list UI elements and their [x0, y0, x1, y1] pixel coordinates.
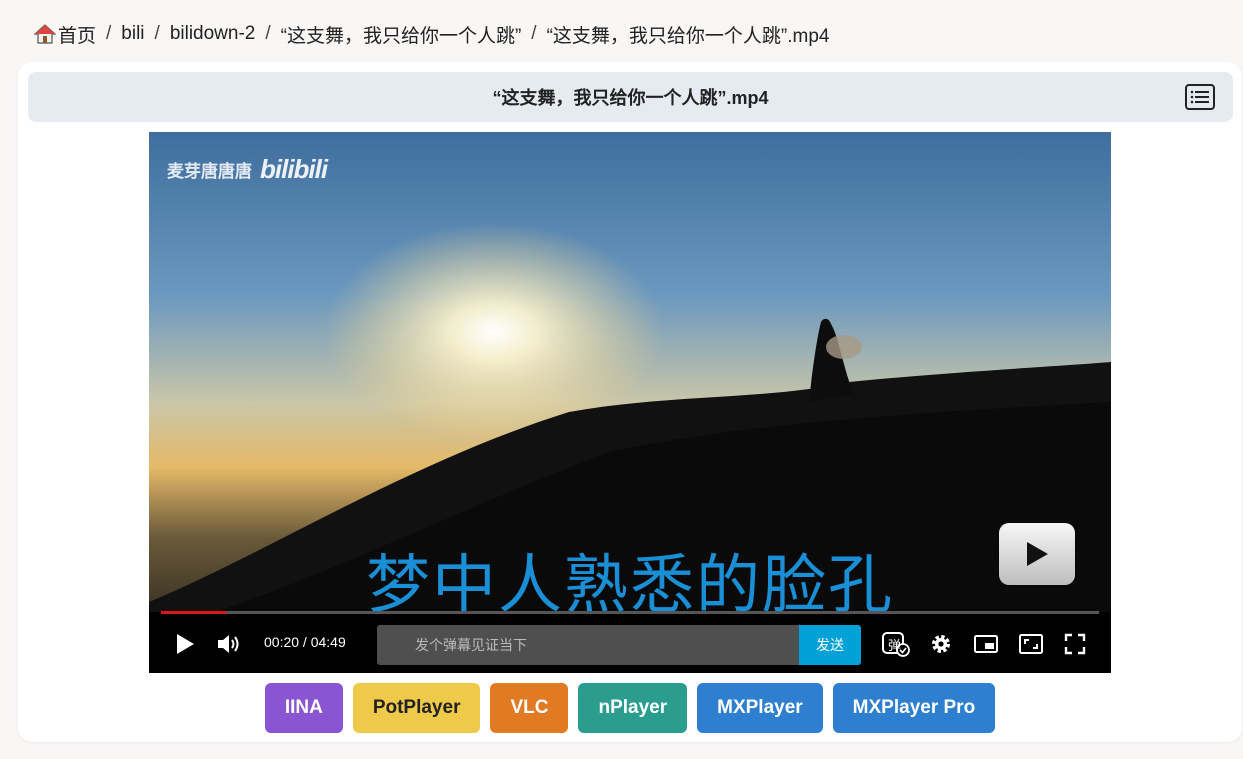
danmaku-toggle-label: 弹	[888, 638, 902, 653]
fullscreen-icon	[1064, 633, 1086, 655]
breadcrumb: 首页 / bili / bilidown-2 / “这支舞，我只给你一个人跳” …	[34, 20, 829, 48]
progress-bar[interactable]	[161, 611, 1099, 614]
breadcrumb-item-folder[interactable]: “这支舞，我只给你一个人跳”	[281, 21, 522, 48]
settings-button[interactable]	[929, 632, 953, 656]
breadcrumb-separator: /	[265, 23, 271, 44]
breadcrumb-separator: /	[531, 23, 537, 44]
volume-button[interactable]	[217, 632, 241, 656]
progress-fill	[161, 611, 226, 614]
picture-in-picture-button[interactable]	[973, 632, 999, 656]
file-title-bar: “这支舞，我只给你一个人跳”.mp4	[28, 72, 1233, 122]
open-in-potplayer-button[interactable]: PotPlayer	[352, 683, 481, 733]
open-in-vlc-button[interactable]: VLC	[490, 683, 569, 733]
play-icon	[1027, 542, 1048, 566]
open-in-iina-button[interactable]: IINA	[264, 683, 343, 733]
danmaku-input[interactable]	[377, 625, 799, 665]
gear-icon	[932, 635, 950, 653]
danmaku-send-button[interactable]: 发送	[799, 625, 861, 665]
breadcrumb-item-bilidown[interactable]: bilidown-2	[170, 23, 256, 45]
breadcrumb-item-bili[interactable]: bili	[121, 23, 144, 45]
bilibili-logo: bilibili	[260, 154, 328, 184]
web-fullscreen-button[interactable]	[1018, 632, 1044, 656]
house-icon	[34, 23, 56, 45]
play-button[interactable]	[173, 632, 197, 656]
play-icon	[177, 634, 194, 654]
breadcrumb-separator: /	[154, 23, 160, 44]
uploader-watermark: 麦芽唐唐唐 bilibili	[167, 154, 328, 185]
video-player[interactable]: 麦芽唐唐唐 bilibili 梦中人熟悉的脸孔 00:20 / 04:49 发个…	[149, 132, 1111, 673]
breadcrumb-item-current-file: “这支舞，我只给你一个人跳”.mp4	[546, 25, 830, 47]
file-preview-card: “这支舞，我只给你一个人跳”.mp4 麦芽唐唐唐 bilibili 梦中人熟悉的…	[18, 62, 1242, 742]
time-display: 00:20 / 04:49	[264, 634, 346, 650]
open-in-nplayer-button[interactable]: nPlayer	[578, 683, 688, 733]
open-in-mxplayer-button[interactable]: MXPlayer	[697, 683, 823, 733]
external-player-buttons: IINA PotPlayer VLC nPlayer MXPlayer MXPl…	[18, 683, 1242, 733]
volume-icon	[218, 635, 239, 653]
playlist-icon[interactable]	[1185, 84, 1215, 110]
watermark-name: 麦芽唐唐唐	[167, 162, 252, 181]
center-play-button[interactable]	[999, 523, 1075, 585]
breadcrumb-separator: /	[106, 23, 112, 44]
breadcrumb-home[interactable]: 首页	[58, 21, 96, 48]
picture-in-picture-icon	[974, 635, 998, 653]
open-in-mxplayer-pro-button[interactable]: MXPlayer Pro	[832, 683, 996, 733]
file-title: “这支舞，我只给你一个人跳”.mp4	[492, 88, 769, 108]
player-controls: 00:20 / 04:49 发送 弹	[149, 622, 1111, 665]
fullscreen-button[interactable]	[1063, 632, 1087, 656]
web-fullscreen-icon	[1019, 634, 1043, 654]
